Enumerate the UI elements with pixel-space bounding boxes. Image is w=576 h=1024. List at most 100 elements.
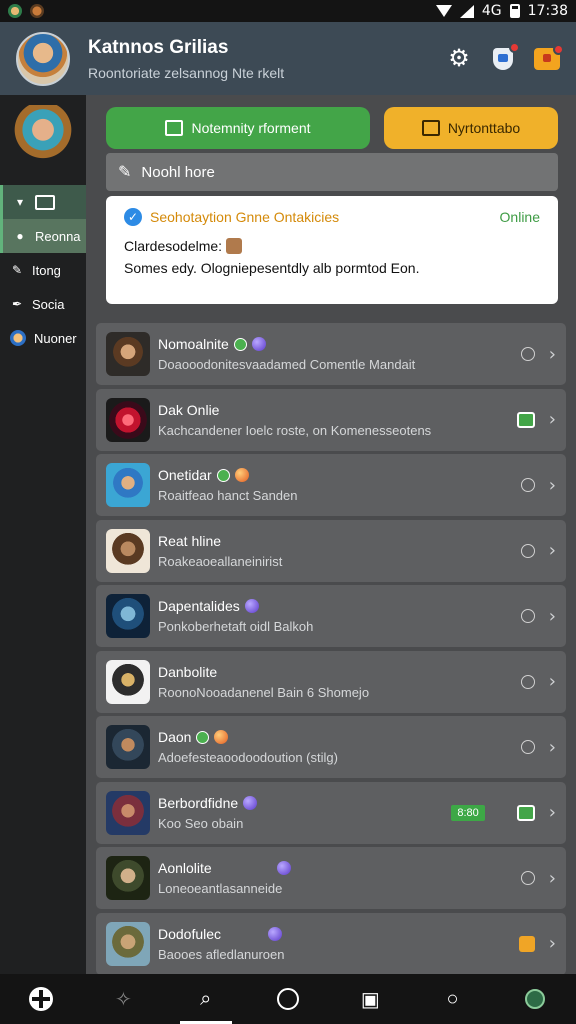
chat-icon — [35, 194, 55, 210]
verified-icon: ✓ — [124, 208, 142, 226]
settings-button[interactable]: ⚙ — [446, 46, 472, 72]
network-type: 4G — [481, 3, 502, 19]
bottom-nav: ✧ ⌕ ▣ ○ — [0, 974, 576, 1024]
profile-subtitle: Roontoriate zelsannog Nte rkelt — [88, 64, 285, 81]
friend-name: Nomoalnite — [158, 336, 229, 352]
nav-search[interactable]: ⌕ — [179, 979, 232, 1024]
notification-badge — [553, 43, 564, 55]
friend-avatar — [106, 659, 150, 704]
list-item[interactable]: Berbordfidne Koo Seo obain 8:80 › — [96, 781, 566, 844]
list-item[interactable]: Aonlolite Loneoeantlasanneide › — [96, 847, 566, 909]
list-item[interactable]: Danbolite RoonoNooadanenel Bain 6 Shomej… — [96, 650, 566, 713]
chevron-right-icon: › — [548, 736, 556, 758]
friend-name: Dak Onlie — [158, 401, 220, 418]
clock-icon — [520, 347, 535, 361]
app-notification-icon — [8, 4, 22, 18]
friend-status: Roakeaoeallaneinirist — [158, 553, 283, 569]
friend-avatar — [106, 594, 150, 638]
friend-avatar — [106, 397, 150, 442]
shield-button[interactable] — [490, 41, 520, 72]
chevron-right-icon: › — [548, 671, 556, 692]
chevron-right-icon: › — [548, 474, 556, 496]
rewards-button[interactable] — [534, 43, 564, 72]
sidebar-item-itong[interactable]: ✎ Itong — [0, 253, 86, 287]
nav-home[interactable] — [21, 979, 61, 1019]
game-status-icon — [234, 468, 249, 482]
game-status-icon — [244, 599, 259, 613]
sidebar-item-nuoner[interactable]: Nuoner — [0, 321, 86, 355]
invite-icon[interactable] — [516, 804, 535, 821]
status-note-label: Noohl hore — [141, 163, 215, 181]
list-item[interactable]: Dak Onlie Kachcandener Ioelc roste, on K… — [96, 388, 566, 451]
game-avatar[interactable] — [12, 105, 74, 167]
friend-name: Dodofulec — [158, 925, 222, 942]
feather-icon: ✎ — [11, 263, 23, 277]
signal-icon — [459, 4, 474, 18]
status-card: ✓ Seohotaytion Gnne Ontakicies Online Cl… — [106, 196, 558, 304]
list-item[interactable]: Dodofulec Baooes afledlanuroen › — [96, 912, 566, 975]
game-status-icon — [214, 730, 229, 744]
list-item[interactable]: Dapentalides Ponkoberhetaft oidl Balkoh … — [96, 585, 566, 647]
status-bar: 4G 17:38 — [0, 0, 576, 22]
group-icon — [10, 330, 26, 346]
nav-profile[interactable] — [515, 979, 555, 1019]
sidebar: ▾ ● Reonna ✎ Itong ✒ Socia Nuoner — [0, 95, 86, 974]
app-header: Katnnos Grilias Roontoriate zelsannog Nt… — [0, 22, 576, 95]
magnifier-icon: ○ — [446, 987, 459, 1010]
invite-icon[interactable] — [516, 411, 535, 428]
sidebar-item-label: Itong — [32, 262, 61, 278]
friend-name: Danbolite — [158, 663, 218, 680]
profile-name: Katnnos Grilias — [88, 36, 229, 58]
sidebar-item-reonna[interactable]: ● Reonna — [0, 219, 86, 253]
secondary-action-button[interactable]: Nyrtonttabo — [384, 107, 558, 149]
clock-icon — [520, 478, 535, 492]
online-status-icon — [196, 730, 210, 744]
chevron-right-icon: › — [548, 343, 556, 365]
pin-icon: ● — [16, 229, 24, 243]
nav-inventory[interactable]: ▣ — [350, 979, 390, 1019]
status-note-bar[interactable]: ✎ Noohl hore — [106, 153, 558, 191]
nav-star[interactable]: ✧ — [103, 979, 143, 1019]
game-status-icon — [243, 795, 258, 810]
clock-icon — [520, 543, 535, 558]
list-item[interactable]: Daon Adoefesteaoodoodoution (stilg) › — [96, 716, 566, 778]
chevron-right-icon: › — [548, 540, 556, 561]
star-icon: ✧ — [115, 988, 132, 1011]
online-label: Online — [499, 209, 540, 225]
reward-icon[interactable] — [518, 935, 535, 952]
friend-status: Baooes afledlanuroen — [158, 946, 285, 962]
time-tag: 8:80 — [451, 804, 485, 821]
profile-avatar[interactable] — [16, 31, 70, 86]
online-status-icon — [216, 468, 230, 482]
profile-status-icon — [524, 989, 545, 1009]
sidebar-item-chat[interactable]: ▾ — [0, 185, 86, 219]
friend-name: Aonlolite — [158, 860, 212, 876]
list-item[interactable]: Onetidar Roaitfeao hanct Sanden › — [96, 454, 566, 516]
nav-explore[interactable] — [268, 979, 308, 1019]
sidebar-item-label: Nuoner — [34, 330, 77, 346]
online-status-icon — [233, 337, 247, 351]
friend-avatar — [106, 332, 150, 376]
friend-status: Koo Seo obain — [158, 815, 244, 831]
chevron-right-icon: › — [548, 802, 556, 823]
friend-status: RoonoNooadanenel Bain 6 Shomejo — [158, 684, 370, 700]
battery-icon — [509, 4, 520, 18]
friend-name: Dapentalides — [158, 598, 240, 614]
clock-icon — [520, 674, 535, 689]
friend-status: Ponkoberhetaft oidl Balkoh — [158, 619, 314, 634]
list-item[interactable]: Nomoalnite Doaooodonitesvaadamed Comentl… — [96, 323, 566, 385]
sidebar-item-socia[interactable]: ✒ Socia — [0, 287, 86, 321]
bag-icon: ▣ — [360, 988, 380, 1011]
game-status-icon — [276, 861, 291, 875]
primary-action-button[interactable]: Notemnity rforment — [106, 107, 370, 149]
nav-find[interactable]: ○ — [433, 979, 473, 1019]
compass-icon — [276, 988, 299, 1010]
clock-time: 17:38 — [527, 3, 568, 19]
arrow-icon: ▾ — [16, 195, 24, 209]
friend-status: Adoefesteaoodoodoution (stilg) — [158, 750, 338, 765]
chest-icon — [534, 43, 564, 70]
game-icon — [226, 238, 243, 254]
clock-icon — [520, 609, 535, 623]
gear-icon: ⚙ — [448, 44, 470, 72]
list-item[interactable]: Reat hline Roakeaoeallaneinirist › — [96, 519, 566, 582]
